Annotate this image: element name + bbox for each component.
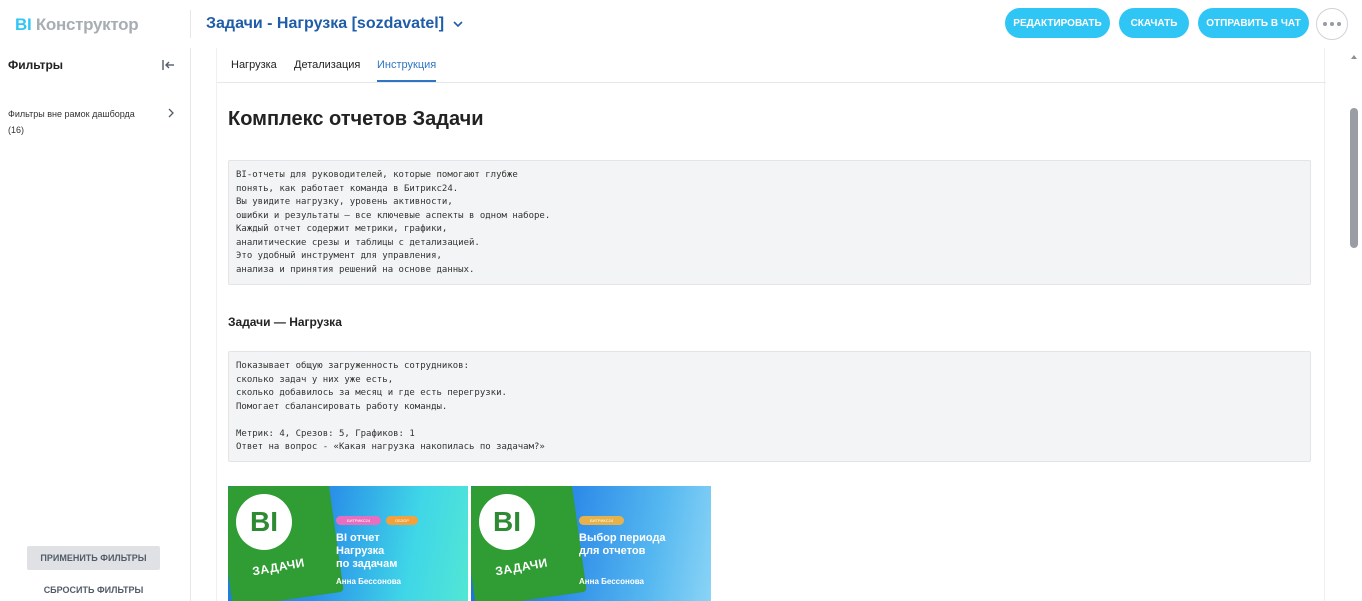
scroll-thumb[interactable]: [1350, 108, 1358, 248]
card-author: Анна Бессонова: [579, 577, 644, 586]
collapse-sidebar-icon[interactable]: [161, 58, 175, 72]
card-title: Выбор периода для отчетов: [579, 532, 666, 557]
card-author: Анна Бессонова: [336, 577, 401, 586]
more-dot-icon: [1337, 22, 1341, 26]
card-badge: БИТРИКС24: [579, 516, 624, 525]
filters-sidebar: Фильтры Фильтры вне рамок дашборда (16) …: [0, 48, 191, 601]
bi-logo-icon: BI: [479, 494, 535, 550]
filter-group-count: (16): [8, 125, 25, 135]
download-button[interactable]: Скачать: [1119, 8, 1189, 38]
header-divider: [190, 10, 191, 38]
card-badge: БИТРИКС24: [336, 516, 381, 525]
card-title: BI отчет Нагрузка по задачам: [336, 532, 398, 570]
top-header: BI Конструктор Задачи - Нагрузка [sozdav…: [0, 0, 1362, 48]
more-dot-icon: [1330, 22, 1334, 26]
main-content: Нагрузка Детализация Инструкция Комплекс…: [216, 48, 1326, 601]
more-menu-button[interactable]: [1316, 8, 1348, 40]
reset-filters-button[interactable]: Сбросить фильтры: [27, 582, 160, 598]
filter-group-outside-dashboard[interactable]: Фильтры вне рамок дашборда (16): [8, 106, 178, 138]
scroll-up-icon[interactable]: [1351, 55, 1357, 59]
dashboard-title: Задачи - Нагрузка [sozdavatel]: [206, 15, 445, 32]
filter-group-label: Фильтры вне рамок дашборда: [8, 109, 135, 119]
page-scrollbar[interactable]: [1346, 48, 1362, 601]
send-to-chat-button[interactable]: Отправить в чат: [1198, 8, 1309, 38]
section-title: Задачи — Нагрузка: [228, 315, 342, 329]
bi-logo-icon: BI: [236, 494, 292, 550]
chevron-down-icon: [453, 21, 463, 28]
card-badge: ОБЗОР: [386, 516, 418, 525]
tab-load[interactable]: Нагрузка: [231, 59, 277, 80]
logo-text: Конструктор: [35, 15, 139, 34]
more-dot-icon: [1323, 22, 1327, 26]
page-title: Комплекс отчетов Задачи: [228, 108, 484, 130]
sidebar-title: Фильтры: [8, 58, 64, 72]
video-card[interactable]: BI ЗАДАЧИ БИТРИКС24 ОБЗОР BI отчет Нагру…: [228, 486, 468, 601]
video-card[interactable]: BI ЗАДАЧИ БИТРИКС24 Выбор периода для от…: [471, 486, 711, 601]
tab-bar: Нагрузка Детализация Инструкция: [217, 48, 1326, 83]
chevron-right-icon: [168, 108, 174, 118]
intro-codeblock: BI-отчеты для руководителей, которые пом…: [228, 160, 1311, 285]
app-logo[interactable]: BI Конструктор: [15, 15, 139, 35]
apply-filters-button[interactable]: Применить фильтры: [27, 546, 160, 570]
video-cards: BI ЗАДАЧИ БИТРИКС24 ОБЗОР BI отчет Нагру…: [228, 486, 711, 601]
tab-details[interactable]: Детализация: [294, 59, 360, 80]
section-codeblock: Показывает общую загруженность сотрудник…: [228, 351, 1311, 462]
edit-button[interactable]: Редактировать: [1005, 8, 1110, 38]
tab-instructions[interactable]: Инструкция: [377, 59, 437, 82]
dashboard-title-selector[interactable]: Задачи - Нагрузка [sozdavatel]: [206, 15, 464, 33]
logo-bi: BI: [15, 15, 32, 34]
